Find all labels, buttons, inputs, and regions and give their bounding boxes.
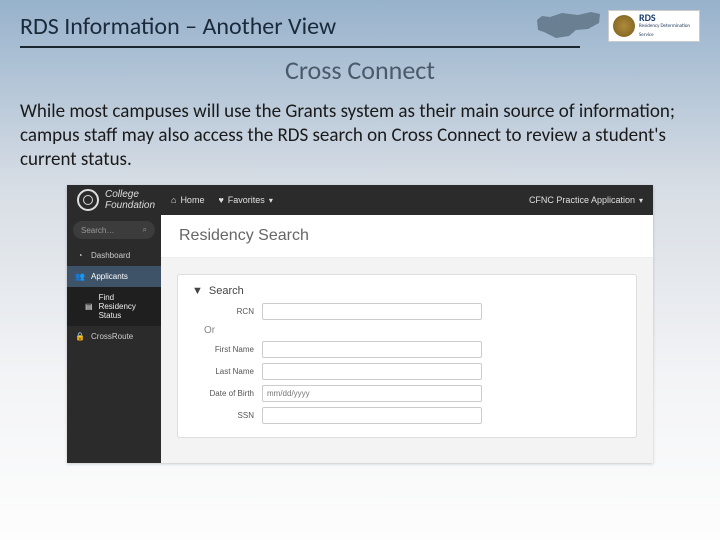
first-name-label: First Name: [192, 345, 262, 354]
row-dob: Date of Birth: [192, 385, 622, 402]
app-body: Search… ⌕ ◔ Dashboard 👥 Applicants ▤ Fin…: [67, 215, 653, 463]
brand-line1: College: [105, 189, 155, 200]
filter-icon: ▼: [192, 285, 203, 297]
sidebar-item-label: CrossRoute: [91, 332, 133, 341]
search-panel: ▼ Search RCN Or First Name Last Name: [177, 274, 637, 438]
sidebar-item-label: Dashboard: [91, 251, 130, 260]
brand-text: College Foundation: [105, 189, 155, 211]
brand: College Foundation: [77, 189, 161, 211]
nc-state-icon: [536, 10, 602, 42]
brand-line2: Foundation: [105, 200, 155, 211]
rds-logo-secondary: Residency Determination Service: [639, 22, 695, 40]
panel-title: Search: [209, 285, 244, 297]
main-area: Residency Search ▼ Search RCN Or First N…: [161, 215, 653, 463]
row-rcn: RCN: [192, 303, 622, 320]
home-icon: ⌂: [171, 195, 176, 205]
nav-home-label: Home: [180, 195, 204, 205]
nav-app-label: CFNC Practice Application: [529, 195, 635, 205]
nav-app-selector[interactable]: CFNC Practice Application ▾: [529, 195, 643, 205]
dob-label: Date of Birth: [192, 389, 262, 398]
panel-title-row: ▼ Search: [192, 285, 622, 297]
rcn-input[interactable]: [262, 303, 482, 320]
app-screenshot: College Foundation ⌂ Home ♥ Favorites ▾ …: [67, 185, 653, 463]
body-text: While most campuses will use the Grants …: [20, 100, 700, 171]
main-title: Residency Search: [161, 215, 653, 258]
search-icon: ⌕: [143, 225, 147, 235]
rds-logo-text: RDS Residency Determination Service: [639, 13, 695, 40]
subtitle: Cross Connect: [20, 54, 700, 86]
sidebar-item-label: Applicants: [91, 272, 128, 281]
sidebar-item-label: Find Residency Status: [99, 293, 153, 320]
header-row: RDS Information – Another View RDS Resid…: [20, 10, 700, 42]
chevron-down-icon: ▾: [639, 196, 643, 205]
sidebar-item-find-residency[interactable]: ▤ Find Residency Status: [67, 287, 161, 326]
row-last-name: Last Name: [192, 363, 622, 380]
sidebar-item-crossroute[interactable]: 🔒 CrossRoute: [67, 326, 161, 347]
seal-icon: [613, 15, 635, 37]
page-title: RDS Information – Another View: [20, 12, 336, 41]
topbar: College Foundation ⌂ Home ♥ Favorites ▾ …: [67, 185, 653, 215]
sidebar-search[interactable]: Search… ⌕: [73, 221, 155, 239]
last-name-input[interactable]: [262, 363, 482, 380]
ssn-label: SSN: [192, 411, 262, 420]
first-name-input[interactable]: [262, 341, 482, 358]
sidebar-item-dashboard[interactable]: ◔ Dashboard: [67, 245, 161, 266]
ssn-input[interactable]: [262, 407, 482, 424]
lock-icon: 🔒: [75, 332, 85, 341]
topnav: ⌂ Home ♥ Favorites ▾: [171, 195, 273, 205]
sidebar: Search… ⌕ ◔ Dashboard 👥 Applicants ▤ Fin…: [67, 215, 161, 463]
gauge-icon: ◔: [75, 251, 85, 260]
header-right: RDS Residency Determination Service: [536, 10, 700, 42]
doc-icon: ▤: [85, 302, 93, 311]
users-icon: 👥: [75, 272, 85, 281]
row-ssn: SSN: [192, 407, 622, 424]
rcn-label: RCN: [192, 307, 262, 316]
sidebar-item-applicants[interactable]: 👥 Applicants: [67, 266, 161, 287]
dob-input[interactable]: [262, 385, 482, 402]
heart-icon: ♥: [218, 195, 223, 205]
last-name-label: Last Name: [192, 367, 262, 376]
nav-favorites[interactable]: ♥ Favorites ▾: [218, 195, 272, 205]
row-first-name: First Name: [192, 341, 622, 358]
nav-home[interactable]: ⌂ Home: [171, 195, 204, 205]
sidebar-search-placeholder: Search…: [81, 226, 114, 235]
header-divider: [20, 46, 580, 48]
chevron-down-icon: ▾: [269, 196, 273, 205]
brand-swirl-icon: [77, 189, 99, 211]
nav-favorites-label: Favorites: [228, 195, 265, 205]
or-divider: Or: [204, 325, 622, 336]
slide: RDS Information – Another View RDS Resid…: [0, 0, 720, 540]
rds-logo: RDS Residency Determination Service: [608, 10, 700, 42]
